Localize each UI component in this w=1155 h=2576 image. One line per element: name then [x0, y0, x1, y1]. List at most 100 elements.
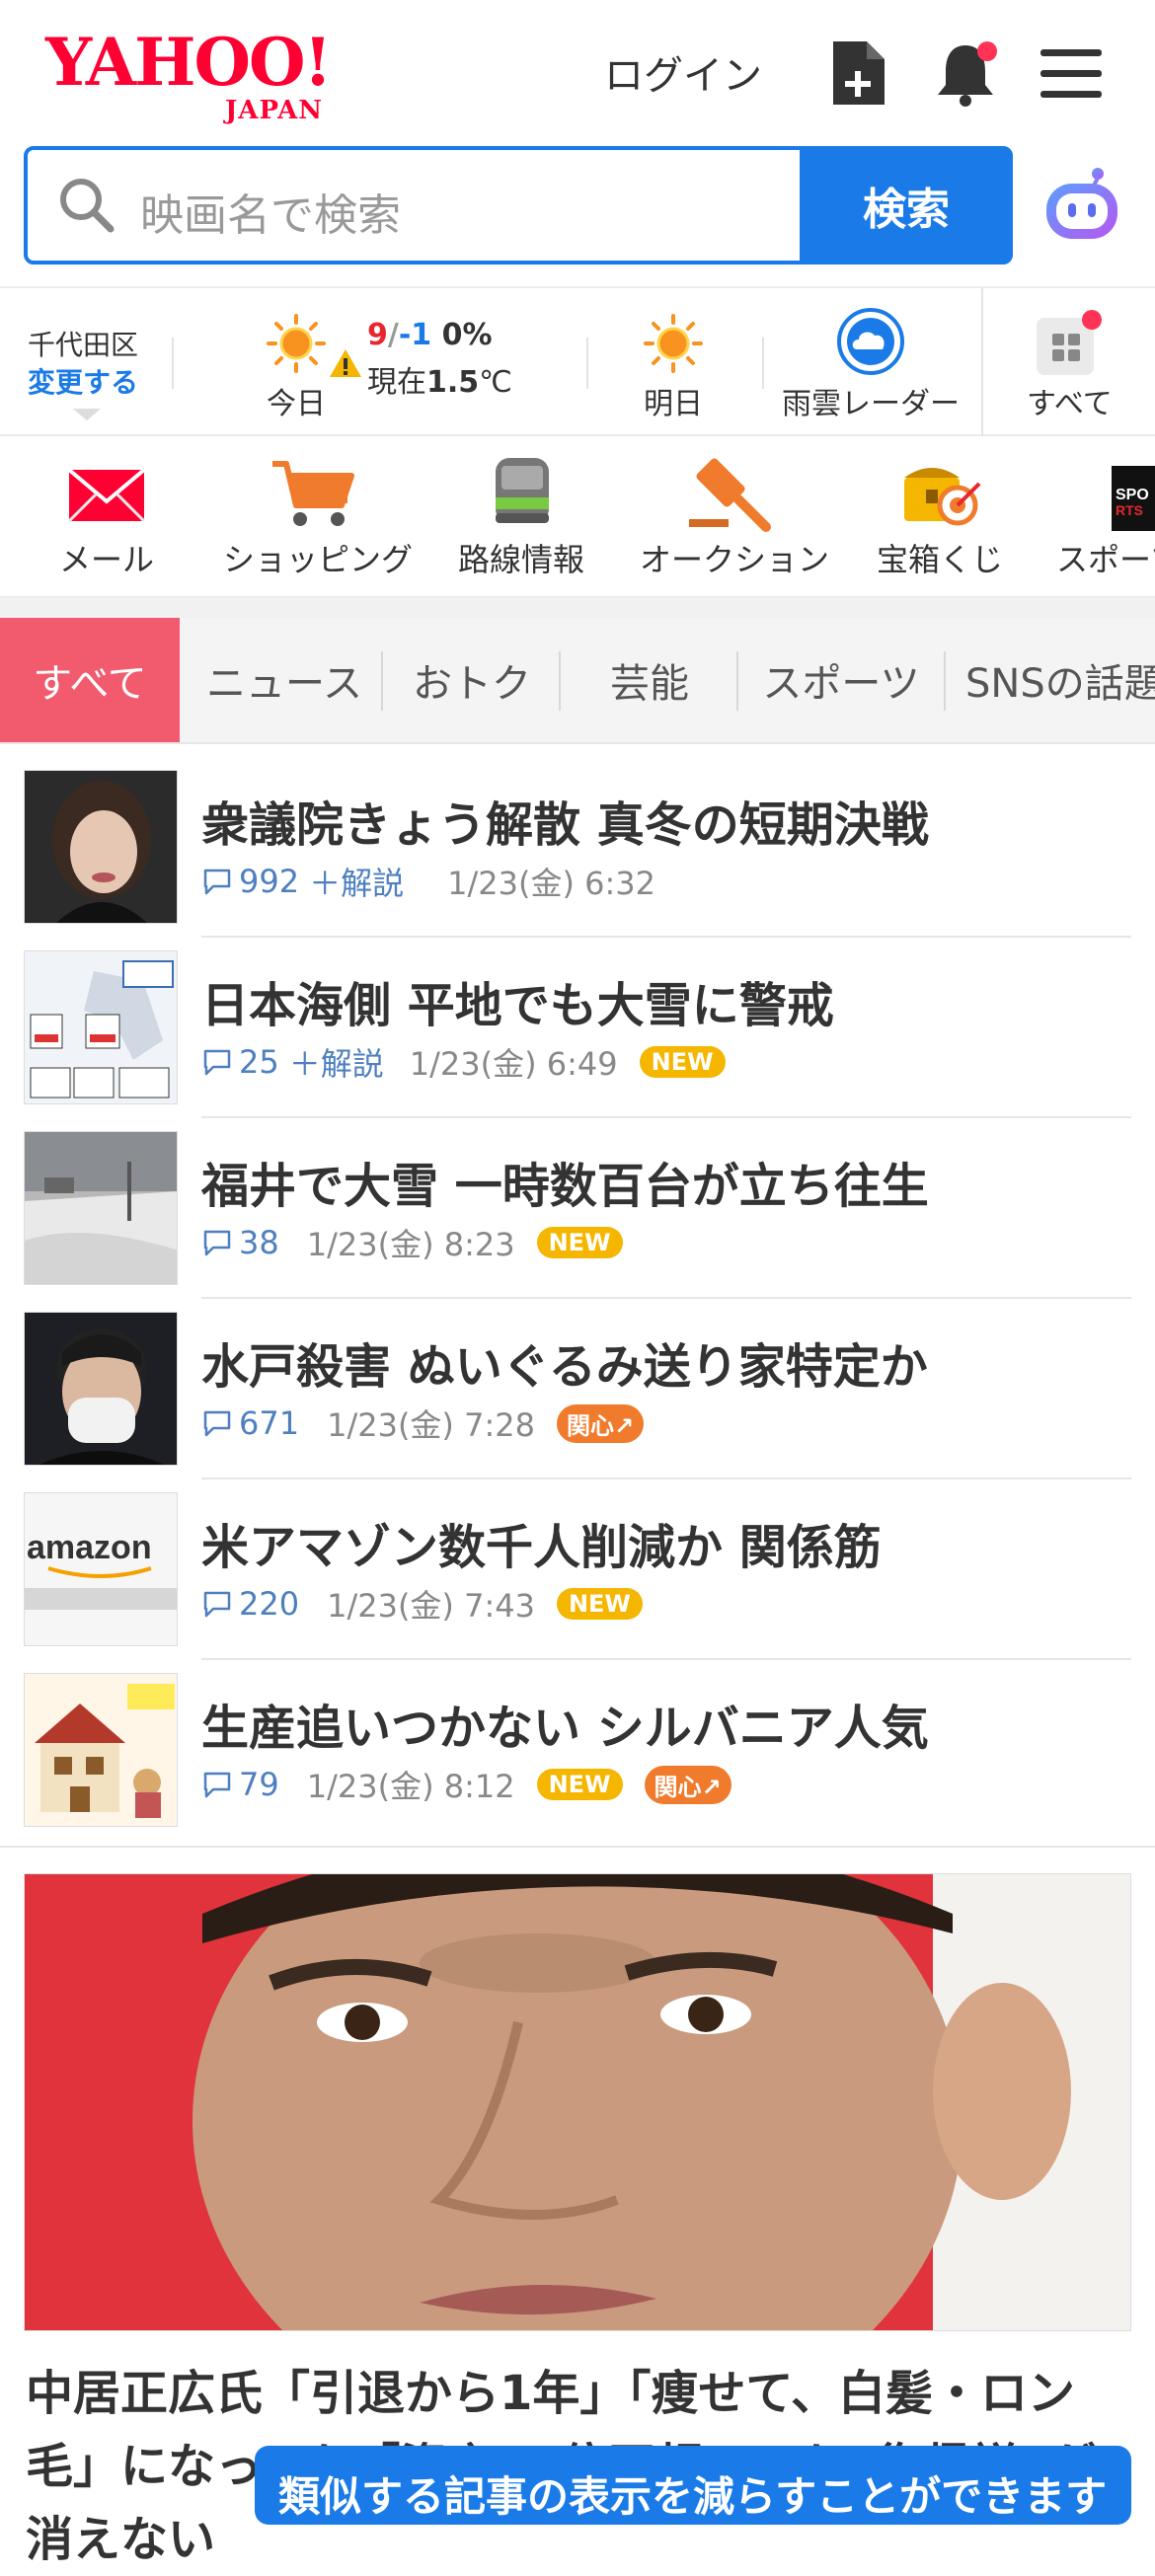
hamburger-menu-icon[interactable] — [1040, 47, 1102, 101]
search-input[interactable]: 映画名で検索 — [140, 180, 401, 243]
new-badge: NEW — [536, 1227, 623, 1258]
treasure-icon — [904, 468, 981, 526]
service-shopping[interactable]: ショッピング — [209, 440, 419, 598]
news-thumbnail — [24, 770, 178, 924]
tab-deals[interactable]: おトク — [385, 618, 559, 742]
logo-main-text: YAHOO! — [45, 24, 332, 101]
news-item[interactable]: 福井で大雪 一時数百台が立ち往生 38 1/23(金) 8:23 NEW — [0, 1121, 1155, 1301]
sunny-icon — [267, 314, 326, 373]
comment-icon — [203, 1230, 231, 1256]
search-icon — [60, 179, 115, 233]
news-item[interactable]: 水戸殺害 ぬいぐるみ送り家特定か 671 1/23(金) 7:28 関心↗ — [0, 1302, 1155, 1481]
news-thumbnail — [24, 1673, 178, 1827]
tab-sports[interactable]: スポーツ — [742, 618, 940, 742]
warning-icon[interactable] — [328, 347, 363, 379]
tab-all[interactable]: すべて — [0, 618, 180, 742]
service-label: オークション — [640, 541, 830, 578]
similar-articles-toast[interactable]: 類似する記事の表示を減らすことができます — [255, 2446, 1131, 2525]
news-meta: 79 1/23(金) 8:12 NEW 関心↗ — [201, 1762, 732, 1807]
comment-count[interactable]: 671 — [239, 1404, 299, 1442]
service-train[interactable]: 路線情報 — [419, 440, 616, 598]
weather-location: 千代田区 — [28, 329, 139, 361]
comment-count[interactable]: 220 — [239, 1585, 299, 1623]
comment-count[interactable]: 992 — [239, 863, 299, 900]
divider — [586, 338, 588, 389]
tomorrow-label[interactable]: 明日 — [644, 379, 703, 422]
news-title[interactable]: 生産追いつかない シルバニア人気 — [201, 1689, 929, 1758]
current-temperature: 現在1.5℃ — [367, 357, 512, 401]
search-bar: 映画名で検索 検索 — [24, 146, 1013, 265]
comment-icon — [203, 1591, 231, 1618]
divider — [201, 1658, 1131, 1660]
new-badge: NEW — [556, 1588, 643, 1620]
explanation-link[interactable]: ＋解説 — [309, 859, 404, 904]
news-meta: 38 1/23(金) 8:23 NEW — [201, 1220, 623, 1265]
news-item[interactable]: 衆議院きょう解散 真冬の短期決戦 992 ＋解説 1/23(金) 6:32 — [0, 760, 1155, 940]
svg-text:SPO: SPO — [1116, 487, 1149, 503]
tab-divider — [559, 651, 561, 711]
service-treasure[interactable]: 宝箱くじ — [843, 440, 1031, 598]
comment-count[interactable]: 25 — [239, 1043, 279, 1081]
divider — [172, 338, 174, 389]
search-button[interactable]: 検索 — [800, 146, 1013, 265]
add-document-icon[interactable] — [829, 38, 888, 109]
news-meta: 992 ＋解説 1/23(金) 6:32 — [201, 859, 655, 904]
new-badge: NEW — [639, 1046, 726, 1078]
feature-image[interactable] — [24, 1873, 1131, 2331]
low-temp: -1 — [398, 318, 432, 352]
tab-divider — [736, 651, 738, 711]
service-label: ショッピング — [223, 541, 414, 578]
news-item[interactable]: 日本海側 平地でも大雪に警戒 25 ＋解説 1/23(金) 6:49 NEW — [0, 941, 1155, 1120]
divider — [762, 338, 764, 389]
comment-icon — [203, 869, 231, 895]
service-shortcuts: メール ショッピング 路線情報 オークション 宝箱くじ SPO RTS スポー — [0, 440, 1155, 598]
comment-count[interactable]: 38 — [239, 1224, 279, 1261]
tab-sns[interactable]: SNSの話題 — [948, 618, 1155, 742]
divider — [201, 1116, 1131, 1118]
yahoo-japan-logo[interactable]: YAHOO! JAPAN — [45, 24, 361, 124]
news-title[interactable]: 米アマゾン数千人削減か 関係筋 — [201, 1508, 882, 1577]
svg-text:RTS: RTS — [1116, 502, 1143, 518]
news-title[interactable]: 福井で大雪 一時数百台が立ち往生 — [201, 1147, 929, 1216]
news-title[interactable]: 日本海側 平地でも大雪に警戒 — [201, 966, 834, 1035]
news-meta: 220 1/23(金) 7:43 NEW — [201, 1581, 643, 1627]
news-item[interactable]: amazon 米アマゾン数千人削減か 関係筋 220 1/23(金) 7:43 … — [0, 1482, 1155, 1662]
comment-icon — [203, 1772, 231, 1798]
service-auction[interactable]: オークション — [616, 440, 843, 598]
service-mail[interactable]: メール — [0, 440, 209, 598]
today-label: 今日 — [267, 387, 326, 421]
ai-assistant-icon[interactable] — [1040, 164, 1123, 247]
now-unit: ℃ — [479, 365, 512, 400]
tab-entertainment[interactable]: 芸能 — [563, 618, 736, 742]
comment-count[interactable]: 79 — [239, 1766, 279, 1803]
news-time: 1/23(金) 7:43 — [327, 1587, 535, 1625]
explanation-link[interactable]: ＋解説 — [289, 1039, 384, 1085]
news-title[interactable]: 衆議院きょう解散 真冬の短期決戦 — [201, 786, 929, 855]
bell-icon[interactable] — [932, 38, 1001, 109]
service-sports[interactable]: SPO RTS スポーツ — [1031, 440, 1155, 598]
new-badge: NEW — [536, 1769, 623, 1800]
change-location-link[interactable]: 変更する — [28, 361, 138, 401]
news-title[interactable]: 水戸殺害 ぬいぐるみ送り家特定か — [201, 1327, 928, 1397]
rain-radar-icon[interactable] — [831, 306, 910, 377]
now-prefix: 現在 — [367, 365, 426, 400]
tab-divider — [381, 651, 383, 711]
divider — [981, 288, 983, 436]
news-thumbnail — [24, 1312, 178, 1466]
service-label: スポーツ — [1056, 541, 1155, 578]
grid-icon[interactable] — [1033, 310, 1102, 379]
trending-badge: 関心↗ — [556, 1403, 645, 1443]
news-time: 1/23(金) 7:28 — [327, 1406, 535, 1444]
news-thumbnail — [24, 950, 178, 1104]
news-time: 1/23(金) 8:12 — [306, 1768, 515, 1805]
trending-badge: 関心↗ — [644, 1765, 732, 1804]
category-tabs: すべて ニュース おトク 芸能 スポーツ SNSの話題 — [0, 618, 1155, 744]
tab-news[interactable]: ニュース — [190, 618, 379, 742]
news-meta: 671 1/23(金) 7:28 関心↗ — [201, 1401, 645, 1446]
all-weather-label[interactable]: すべて — [1027, 379, 1113, 422]
login-link[interactable]: ログイン — [604, 43, 762, 101]
news-item[interactable]: 生産追いつかない シルバニア人気 79 1/23(金) 8:12 NEW 関心↗ — [0, 1663, 1155, 1843]
high-temp: 9 — [367, 318, 388, 352]
rain-radar-label[interactable]: 雨雲レーダー — [782, 379, 960, 422]
sports-icon: SPO RTS — [1112, 466, 1155, 531]
